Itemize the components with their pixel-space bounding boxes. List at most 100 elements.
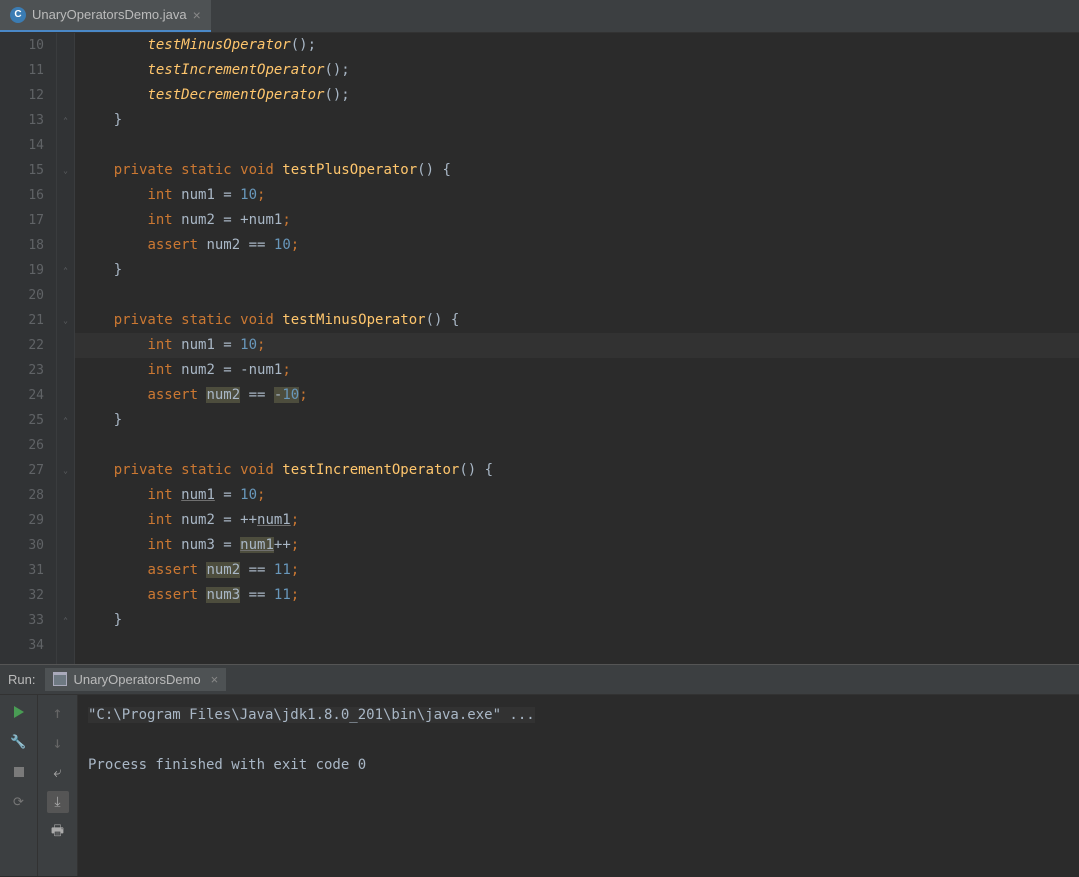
fold-mark[interactable] <box>57 283 74 308</box>
java-class-icon: C <box>10 7 26 23</box>
line-number[interactable]: 22 <box>0 333 56 358</box>
run-tool-window: Run: UnaryOperatorsDemo × 🔧 ⟳ ↑ ↓ ⤶ ⤓ 🖶 … <box>0 664 1079 876</box>
fold-mark[interactable] <box>57 33 74 58</box>
code-line: private static void testIncrementOperato… <box>75 458 1079 483</box>
fold-end-icon[interactable]: ⌃ <box>57 408 74 433</box>
run-config-tab[interactable]: UnaryOperatorsDemo × <box>45 668 226 691</box>
code-line <box>75 633 1079 658</box>
stop-button[interactable] <box>8 761 30 783</box>
line-number[interactable]: 26 <box>0 433 56 458</box>
scroll-to-end-icon[interactable]: ⤓ <box>47 791 69 813</box>
close-run-tab-icon[interactable]: × <box>211 672 219 687</box>
fold-mark[interactable] <box>57 433 74 458</box>
editor-tab-bar: C UnaryOperatorsDemo.java × <box>0 0 1079 33</box>
line-number[interactable]: 14 <box>0 133 56 158</box>
fold-mark[interactable] <box>57 533 74 558</box>
fold-end-icon[interactable]: ⌃ <box>57 108 74 133</box>
code-line: } <box>75 408 1079 433</box>
line-number[interactable]: 21 <box>0 308 56 333</box>
code-line: } <box>75 258 1079 283</box>
line-number[interactable]: 10 <box>0 33 56 58</box>
fold-mark[interactable] <box>57 633 74 658</box>
code-line: private static void testMinusOperator() … <box>75 308 1079 333</box>
line-number[interactable]: 27 <box>0 458 56 483</box>
print-icon[interactable]: 🖶 <box>47 821 69 843</box>
fold-mark[interactable] <box>57 558 74 583</box>
line-number[interactable]: 24 <box>0 383 56 408</box>
line-number[interactable]: 17 <box>0 208 56 233</box>
line-number-gutter: 10 11 12 13 14 15 16 17 18 19 20 21 22 2… <box>0 33 57 664</box>
line-number[interactable]: 15 <box>0 158 56 183</box>
code-line: int num2 = ++num1; <box>75 508 1079 533</box>
line-number[interactable]: 20 <box>0 283 56 308</box>
code-text-area[interactable]: testMinusOperator(); testIncrementOperat… <box>75 33 1079 664</box>
line-number[interactable]: 12 <box>0 83 56 108</box>
down-stack-icon[interactable]: ↓ <box>47 731 69 753</box>
console-line <box>88 728 1069 753</box>
fold-mark[interactable] <box>57 83 74 108</box>
fold-mark[interactable] <box>57 508 74 533</box>
code-line: int num2 = -num1; <box>75 358 1079 383</box>
run-config-name: UnaryOperatorsDemo <box>73 672 200 687</box>
line-number[interactable]: 32 <box>0 583 56 608</box>
code-line: } <box>75 108 1079 133</box>
edit-config-button[interactable]: 🔧 <box>8 731 30 753</box>
fold-mark[interactable] <box>57 583 74 608</box>
line-number[interactable]: 11 <box>0 58 56 83</box>
code-line: assert num2 == 11; <box>75 558 1079 583</box>
line-number[interactable]: 16 <box>0 183 56 208</box>
fold-mark[interactable] <box>57 208 74 233</box>
code-line: testDecrementOperator(); <box>75 83 1079 108</box>
code-line: int num1 = 10; <box>75 183 1079 208</box>
line-number[interactable]: 19 <box>0 258 56 283</box>
run-body: 🔧 ⟳ ↑ ↓ ⤶ ⤓ 🖶 "C:\Program Files\Java\jdk… <box>0 695 1079 876</box>
code-line: assert num2 == 10; <box>75 233 1079 258</box>
code-editor: 10 11 12 13 14 15 16 17 18 19 20 21 22 2… <box>0 33 1079 664</box>
run-header: Run: UnaryOperatorsDemo × <box>0 665 1079 695</box>
fold-end-icon[interactable]: ⌃ <box>57 608 74 633</box>
fold-mark[interactable] <box>57 58 74 83</box>
up-stack-icon[interactable]: ↑ <box>47 701 69 723</box>
code-line: assert num2 == -10; <box>75 383 1079 408</box>
fold-end-icon[interactable]: ⌃ <box>57 258 74 283</box>
line-number[interactable]: 30 <box>0 533 56 558</box>
fold-start-icon[interactable]: ⌄ <box>57 158 74 183</box>
line-number[interactable]: 13 <box>0 108 56 133</box>
play-icon <box>14 706 24 718</box>
line-number[interactable]: 34 <box>0 633 56 658</box>
rerun-button[interactable] <box>8 701 30 723</box>
line-number[interactable]: 31 <box>0 558 56 583</box>
dump-threads-button[interactable]: ⟳ <box>8 791 30 813</box>
fold-mark[interactable] <box>57 133 74 158</box>
code-line: int num1 = 10; <box>75 483 1079 508</box>
line-number[interactable]: 33 <box>0 608 56 633</box>
console-line: "C:\Program Files\Java\jdk1.8.0_201\bin\… <box>88 703 1069 728</box>
code-line: int num2 = +num1; <box>75 208 1079 233</box>
fold-mark[interactable] <box>57 183 74 208</box>
fold-start-icon[interactable]: ⌄ <box>57 308 74 333</box>
console-exit-line: Process finished with exit code 0 <box>88 753 1069 778</box>
soft-wrap-icon[interactable]: ⤶ <box>47 761 69 783</box>
run-toolbar-primary: 🔧 ⟳ <box>0 695 38 876</box>
code-line: testMinusOperator(); <box>75 33 1079 58</box>
line-number[interactable]: 29 <box>0 508 56 533</box>
editor-tab[interactable]: C UnaryOperatorsDemo.java × <box>0 0 211 32</box>
fold-mark[interactable] <box>57 383 74 408</box>
console-command: "C:\Program Files\Java\jdk1.8.0_201\bin\… <box>88 707 535 723</box>
line-number[interactable]: 28 <box>0 483 56 508</box>
line-number[interactable]: 18 <box>0 233 56 258</box>
code-line: } <box>75 608 1079 633</box>
fold-column: ⌃ ⌄ ⌃ ⌄ ⌃ ⌄ ⌃ <box>57 33 75 664</box>
line-number[interactable]: 23 <box>0 358 56 383</box>
run-label: Run: <box>8 672 35 687</box>
code-line <box>75 133 1079 158</box>
console-output[interactable]: "C:\Program Files\Java\jdk1.8.0_201\bin\… <box>78 695 1079 876</box>
fold-mark[interactable] <box>57 483 74 508</box>
close-tab-icon[interactable]: × <box>193 7 201 23</box>
fold-mark[interactable] <box>57 358 74 383</box>
fold-mark[interactable] <box>57 233 74 258</box>
fold-mark[interactable] <box>57 333 74 358</box>
line-number[interactable]: 25 <box>0 408 56 433</box>
code-line: private static void testPlusOperator() { <box>75 158 1079 183</box>
fold-start-icon[interactable]: ⌄ <box>57 458 74 483</box>
